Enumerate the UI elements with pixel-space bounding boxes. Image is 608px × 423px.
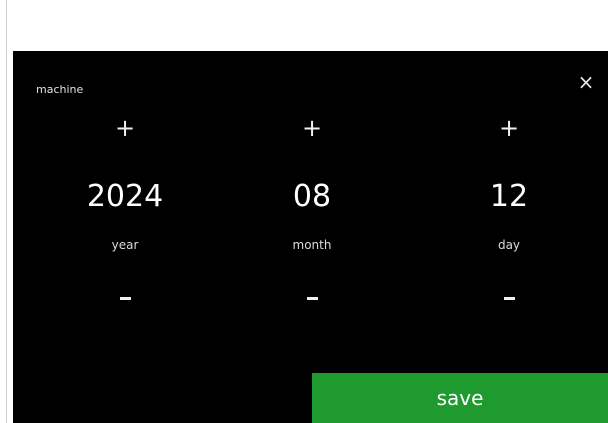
year-label: year bbox=[111, 238, 139, 252]
minus-icon bbox=[503, 296, 515, 300]
day-value: 12 bbox=[489, 179, 529, 214]
left-divider bbox=[6, 0, 7, 423]
day-picker: + 12 day bbox=[439, 51, 579, 351]
day-increment-button[interactable]: + bbox=[439, 115, 579, 141]
save-button[interactable]: save bbox=[312, 373, 608, 423]
plus-icon: + bbox=[301, 114, 323, 142]
month-picker: + 08 month bbox=[242, 51, 382, 351]
year-value: 2024 bbox=[86, 179, 164, 214]
day-label: day bbox=[497, 238, 521, 252]
minus-icon bbox=[306, 296, 318, 300]
plus-icon: + bbox=[114, 114, 136, 142]
year-decrement-button[interactable] bbox=[55, 285, 195, 311]
day-decrement-button[interactable] bbox=[439, 285, 579, 311]
month-label: month bbox=[292, 238, 332, 252]
date-setting-dialog: machine × + 2024 year + 08 month + 12 da… bbox=[13, 51, 608, 423]
close-icon: × bbox=[577, 70, 595, 94]
year-increment-button[interactable]: + bbox=[55, 115, 195, 141]
screen: machine × + 2024 year + 08 month + 12 da… bbox=[0, 0, 608, 423]
minus-icon bbox=[119, 296, 131, 300]
month-decrement-button[interactable] bbox=[242, 285, 382, 311]
month-value: 08 bbox=[292, 179, 332, 214]
month-increment-button[interactable]: + bbox=[242, 115, 382, 141]
year-picker: + 2024 year bbox=[55, 51, 195, 351]
plus-icon: + bbox=[498, 114, 520, 142]
